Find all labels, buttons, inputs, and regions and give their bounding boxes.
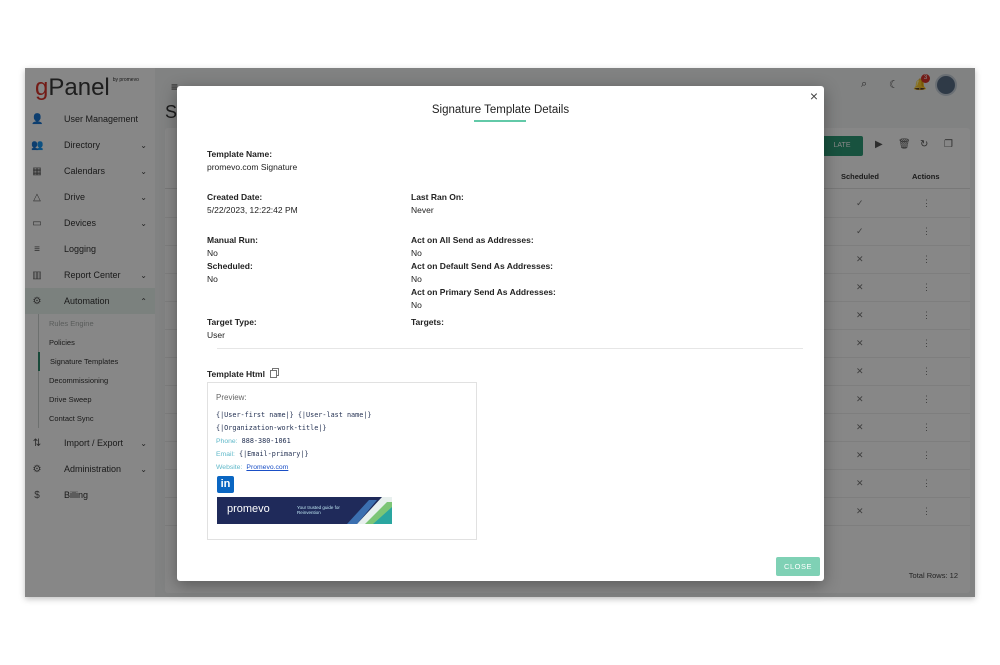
linkedin-icon[interactable]: in [217, 476, 234, 493]
phone-key: Phone: [216, 438, 238, 445]
target-type-label: Target Type: [207, 317, 257, 327]
banner-graphic [347, 497, 392, 524]
act-all-send-as-value: No [411, 248, 422, 258]
title-underline [474, 120, 526, 122]
targets-label: Targets: [411, 317, 444, 327]
website-link[interactable]: Promevo.com [246, 464, 288, 471]
preview-phone-line: Phone: 888-380-1061 [216, 437, 291, 445]
manual-run-label: Manual Run: [207, 235, 258, 245]
section-divider [217, 348, 803, 349]
act-all-send-as-label: Act on All Send as Addresses: [411, 235, 534, 245]
signature-template-details-dialog: × Signature Template Details Template Na… [177, 86, 824, 581]
phone-value: 888-380-1061 [241, 437, 291, 445]
scheduled-value: No [207, 274, 218, 284]
last-ran-label: Last Ran On: [411, 192, 464, 202]
signature-preview: Preview: {|User-first name|} {|User-last… [207, 382, 477, 540]
promevo-banner: promevo Your trusted guide for Reinventi… [217, 497, 392, 524]
manual-run-value: No [207, 248, 218, 258]
email-key: Email: [216, 451, 235, 458]
close-icon[interactable]: × [810, 88, 818, 104]
preview-email-line: Email: {|Email-primary|} [216, 450, 309, 458]
scheduled-label: Scheduled: [207, 261, 253, 271]
close-button[interactable]: CLOSE [776, 557, 820, 576]
created-date-label: Created Date: [207, 192, 263, 202]
preview-name-line: {|User-first name|} {|User-last name|} [216, 411, 372, 419]
act-default-send-as-label: Act on Default Send As Addresses: [411, 261, 554, 271]
preview-website-line: Website: Promevo.com [216, 463, 288, 471]
copy-icon[interactable] [270, 368, 279, 378]
email-value: {|Email-primary|} [238, 450, 309, 458]
template-name-value: promevo.com Signature [207, 162, 298, 172]
created-date-value: 5/22/2023, 12:22:42 PM [207, 205, 298, 215]
preview-label: Preview: [216, 393, 247, 402]
website-key: Website: [216, 464, 243, 471]
act-default-send-as-value: No [411, 274, 422, 284]
dialog-title: Signature Template Details [431, 104, 570, 116]
act-primary-send-as-value: No [411, 300, 422, 310]
preview-title-line: {|Organization-work-title|} [216, 424, 327, 432]
template-html-label: Template Html [207, 369, 265, 379]
last-ran-value: Never [411, 205, 434, 215]
act-primary-send-as-label: Act on Primary Send As Addresses: [411, 287, 556, 297]
target-type-value: User [207, 330, 225, 340]
banner-brand: promevo [227, 503, 270, 515]
template-name-label: Template Name: [207, 149, 273, 159]
